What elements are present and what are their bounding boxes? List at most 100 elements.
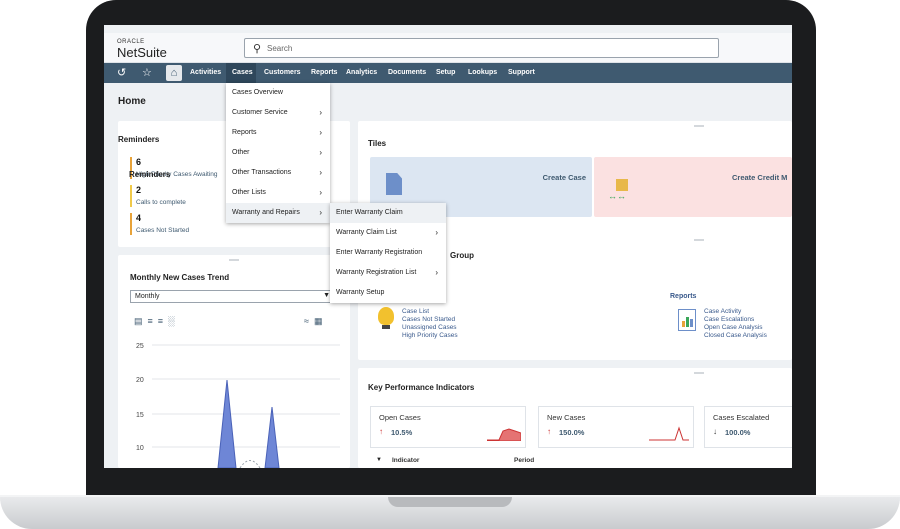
arrow-down-icon: ↓ <box>713 427 717 436</box>
menu-item-label: Cases Overview <box>232 89 283 96</box>
trend-title: Monthly New Cases Trend <box>130 273 230 282</box>
period-select[interactable]: Monthly ▼ <box>130 290 334 303</box>
chevron-right-icon: › <box>435 228 438 237</box>
reminders-heading: Reminders <box>129 170 171 179</box>
lightbulb-base <box>382 325 390 329</box>
menu-item-label: Reports <box>232 129 257 136</box>
arrow-up-icon: ↑ <box>547 427 551 436</box>
menu-item-warranty-and-repairs[interactable]: Warranty and Repairs › <box>226 203 330 223</box>
menu-item-enter-warranty-registration[interactable]: Enter Warranty Registration <box>330 243 446 263</box>
area-peak <box>217 379 237 468</box>
trend-line <box>239 460 261 468</box>
collapse-icon[interactable]: ▼ <box>376 457 382 463</box>
chevron-right-icon: › <box>319 148 322 157</box>
report-link[interactable]: Case Escalations <box>704 316 754 323</box>
report-link[interactable]: Case Activity <box>704 308 741 315</box>
nav-activities[interactable]: Activities <box>190 69 221 76</box>
nav-documents[interactable]: Documents <box>388 69 426 76</box>
reminder-count: 2 <box>136 185 142 195</box>
laptop-notch <box>388 497 512 507</box>
kpi-card-title: Open Cases <box>379 413 421 422</box>
sparkline <box>487 428 521 441</box>
box-icon <box>616 179 628 191</box>
col-period: Period <box>514 457 535 464</box>
star-icon[interactable]: ☆ <box>142 66 152 79</box>
recent-history-icon[interactable]: ↺ <box>117 66 126 79</box>
menu-item-label: Other Transactions <box>232 169 292 176</box>
kpi-card-title: New Cases <box>547 413 586 422</box>
y-tick-label: 20 <box>136 377 144 384</box>
menu-item-enter-warranty-claim[interactable]: Enter Warranty Claim <box>330 203 446 223</box>
nav-setup[interactable]: Setup <box>436 69 455 76</box>
menu-item-other[interactable]: Other › <box>226 143 330 163</box>
kpi-card-open-cases[interactable]: Open Cases ↑ 10.5% <box>370 406 526 448</box>
tile-label: Create Credit M <box>732 173 788 182</box>
nav-analytics[interactable]: Analytics <box>346 69 377 76</box>
nav-cases[interactable]: Cases <box>232 69 253 76</box>
lightbulb-icon <box>378 307 394 325</box>
menu-item-warranty-claim-list[interactable]: Warranty Claim List › <box>330 223 446 243</box>
nav-support[interactable]: Support <box>508 69 535 76</box>
group-link[interactable]: Unassigned Cases <box>402 324 457 331</box>
menu-item-warranty-registration-list[interactable]: Warranty Registration List › <box>330 263 446 283</box>
search-placeholder: Search <box>267 44 293 53</box>
kpi-card-value: 10.5% <box>391 428 413 437</box>
nav-lookups[interactable]: Lookups <box>468 69 497 76</box>
menu-item-other-transactions[interactable]: Other Transactions › <box>226 163 330 183</box>
menu-item-label: Warranty Claim List <box>336 229 397 236</box>
menu-item-label: Warranty Registration List <box>336 269 417 276</box>
search-input[interactable]: ⚲ Search <box>244 38 719 58</box>
kpi-card-cases-escalated[interactable]: Cases Escalated ↓ 100.0% <box>704 406 792 448</box>
app-header: ORACLE NetSuite ⚲ Search <box>104 33 792 63</box>
menu-item-label: Enter Warranty Claim <box>336 209 403 216</box>
trend-chart: 25 20 15 10 <box>136 343 340 468</box>
kpi-panel: Key Performance Indicators Open Cases ↑ … <box>358 368 792 468</box>
report-link[interactable]: Closed Case Analysis <box>704 332 767 339</box>
drag-handle[interactable] <box>229 259 239 261</box>
chart-view-icons[interactable]: ≈▦ <box>304 316 327 327</box>
report-icon <box>678 309 696 331</box>
page-title: Home <box>118 96 146 107</box>
menu-item-label: Enter Warranty Registration <box>336 249 423 256</box>
arrows-icon: ↔↔ <box>608 191 626 201</box>
screen: ORACLE NetSuite ⚲ Search ↺ ☆ ⌂ Activitie… <box>104 25 792 468</box>
drag-handle[interactable] <box>694 239 704 241</box>
menu-item-other-lists[interactable]: Other Lists › <box>226 183 330 203</box>
chart-type-icons[interactable]: ▤≡≡░ <box>134 316 179 327</box>
search-icon: ⚲ <box>253 43 262 55</box>
menu-item-cases-overview[interactable]: Cases Overview <box>226 83 330 103</box>
drag-handle[interactable] <box>694 125 704 127</box>
chevron-down-icon: ▼ <box>323 292 330 299</box>
kpi-card-new-cases[interactable]: New Cases ↑ 150.0% <box>538 406 694 448</box>
menu-item-label: Other <box>232 149 250 156</box>
group-link[interactable]: Cases Not Started <box>402 316 455 323</box>
reminder-count: 4 <box>136 213 142 223</box>
tiles-title: Tiles <box>368 139 387 148</box>
chevron-right-icon: › <box>319 128 322 137</box>
report-link[interactable]: Open Case Analysis <box>704 324 763 331</box>
area-peak <box>264 406 280 468</box>
reminder-label[interactable]: Calls to complete <box>136 199 186 206</box>
chevron-right-icon: › <box>319 188 322 197</box>
drag-handle[interactable] <box>694 372 704 374</box>
chevron-right-icon: › <box>435 268 438 277</box>
nav-customers[interactable]: Customers <box>264 69 301 76</box>
menu-item-warranty-setup[interactable]: Warranty Setup <box>330 283 446 303</box>
logo-netsuite[interactable]: NetSuite <box>117 45 167 60</box>
document-icon <box>386 173 402 195</box>
report-bar <box>682 321 685 327</box>
main-nav: ↺ ☆ ⌂ Activities Cases Customers Reports… <box>104 63 792 83</box>
y-tick-label: 10 <box>136 445 144 452</box>
reminder-bar <box>130 213 132 235</box>
nav-reports[interactable]: Reports <box>311 69 337 76</box>
reminder-label[interactable]: Cases Not Started <box>136 227 189 234</box>
period-select-value: Monthly <box>135 293 160 300</box>
tile-create-credit[interactable]: ↔↔ Create Credit M <box>594 157 792 217</box>
home-icon[interactable]: ⌂ <box>166 65 182 81</box>
menu-item-customer-service[interactable]: Customer Service › <box>226 103 330 123</box>
sparkline <box>649 426 689 441</box>
kpi-title: Key Performance Indicators <box>368 383 475 392</box>
menu-item-reports[interactable]: Reports › <box>226 123 330 143</box>
group-link[interactable]: High Priority Cases <box>402 332 458 339</box>
group-link[interactable]: Case List <box>402 308 429 315</box>
